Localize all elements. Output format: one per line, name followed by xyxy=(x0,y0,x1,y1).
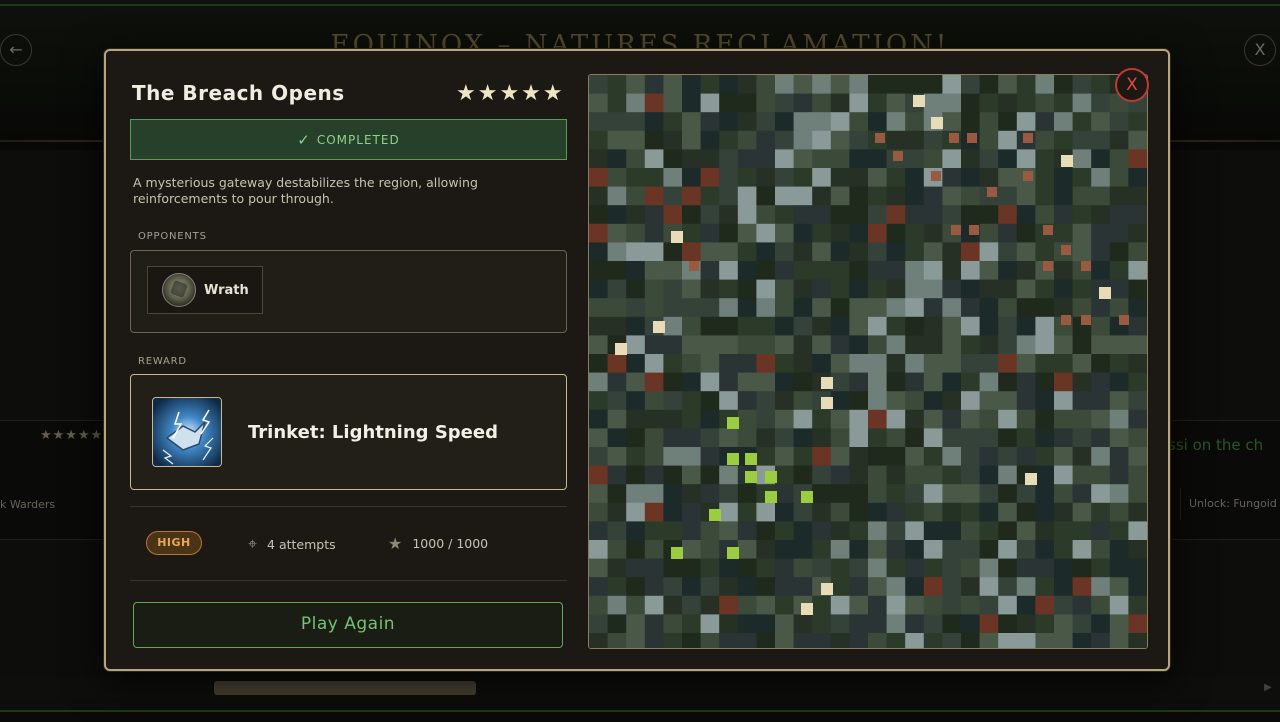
pixel-map xyxy=(589,75,1147,648)
mission-description: A mysterious gateway destabilizes the re… xyxy=(133,175,478,206)
priority-badge: HIGH xyxy=(146,531,202,555)
opponents-list: Wrath xyxy=(130,250,567,333)
mission-detail-modal: The Breach Opens ★★★★★ ✓ COMPLETED A mys… xyxy=(104,49,1170,671)
opponent-chip[interactable]: Wrath xyxy=(147,266,263,314)
score-stat: ★ 1000 / 1000 xyxy=(388,534,488,553)
star-rating: ★★★★★ xyxy=(456,81,565,106)
opponent-name: Wrath xyxy=(204,282,249,298)
back-arrow-icon[interactable]: ← xyxy=(0,34,32,66)
completion-status: ✓ COMPLETED xyxy=(130,119,567,160)
opponents-heading: OPPONENTS xyxy=(138,231,207,242)
attempts-count: 4 attempts xyxy=(267,536,336,552)
mission-stats: HIGH ⌖ 4 attempts ★ 1000 / 1000 xyxy=(130,530,567,570)
reward-name: Trinket: Lightning Speed xyxy=(248,422,498,443)
horizontal-scrollbar[interactable] xyxy=(0,678,1280,698)
checkmark-icon: ✓ xyxy=(297,130,311,149)
score-value: 1000 / 1000 xyxy=(412,536,489,551)
mission-card-stars: ★★★★★ xyxy=(40,428,104,443)
divider-top xyxy=(130,506,567,507)
scroll-right-icon[interactable]: ▶ xyxy=(1260,680,1276,696)
mission-map[interactable] xyxy=(588,74,1148,649)
crosshair-icon: ⌖ xyxy=(248,534,258,553)
close-modal-button[interactable]: X xyxy=(1115,68,1149,102)
reward-card[interactable]: Trinket: Lightning Speed xyxy=(130,374,567,490)
wrath-avatar-icon xyxy=(162,273,196,307)
mission-card-title: ssi on the ch xyxy=(1168,436,1264,454)
mission-card-subtitle: k Warders xyxy=(0,498,56,511)
attempts-stat: ⌖ 4 attempts xyxy=(248,534,336,554)
status-label: COMPLETED xyxy=(316,132,400,147)
lightning-trinket-icon xyxy=(152,397,222,467)
mission-card-unlock: Unlock: Fungoid xyxy=(1180,488,1280,520)
reward-heading: REWARD xyxy=(138,356,187,367)
page-close-button[interactable]: X xyxy=(1244,34,1276,66)
divider-bottom xyxy=(130,580,567,581)
star-icon: ★ xyxy=(388,534,403,553)
play-again-button[interactable]: Play Again xyxy=(133,602,563,648)
scrollbar-thumb[interactable] xyxy=(214,681,476,695)
mission-title: The Breach Opens xyxy=(132,81,345,105)
footer-band xyxy=(0,710,1280,722)
